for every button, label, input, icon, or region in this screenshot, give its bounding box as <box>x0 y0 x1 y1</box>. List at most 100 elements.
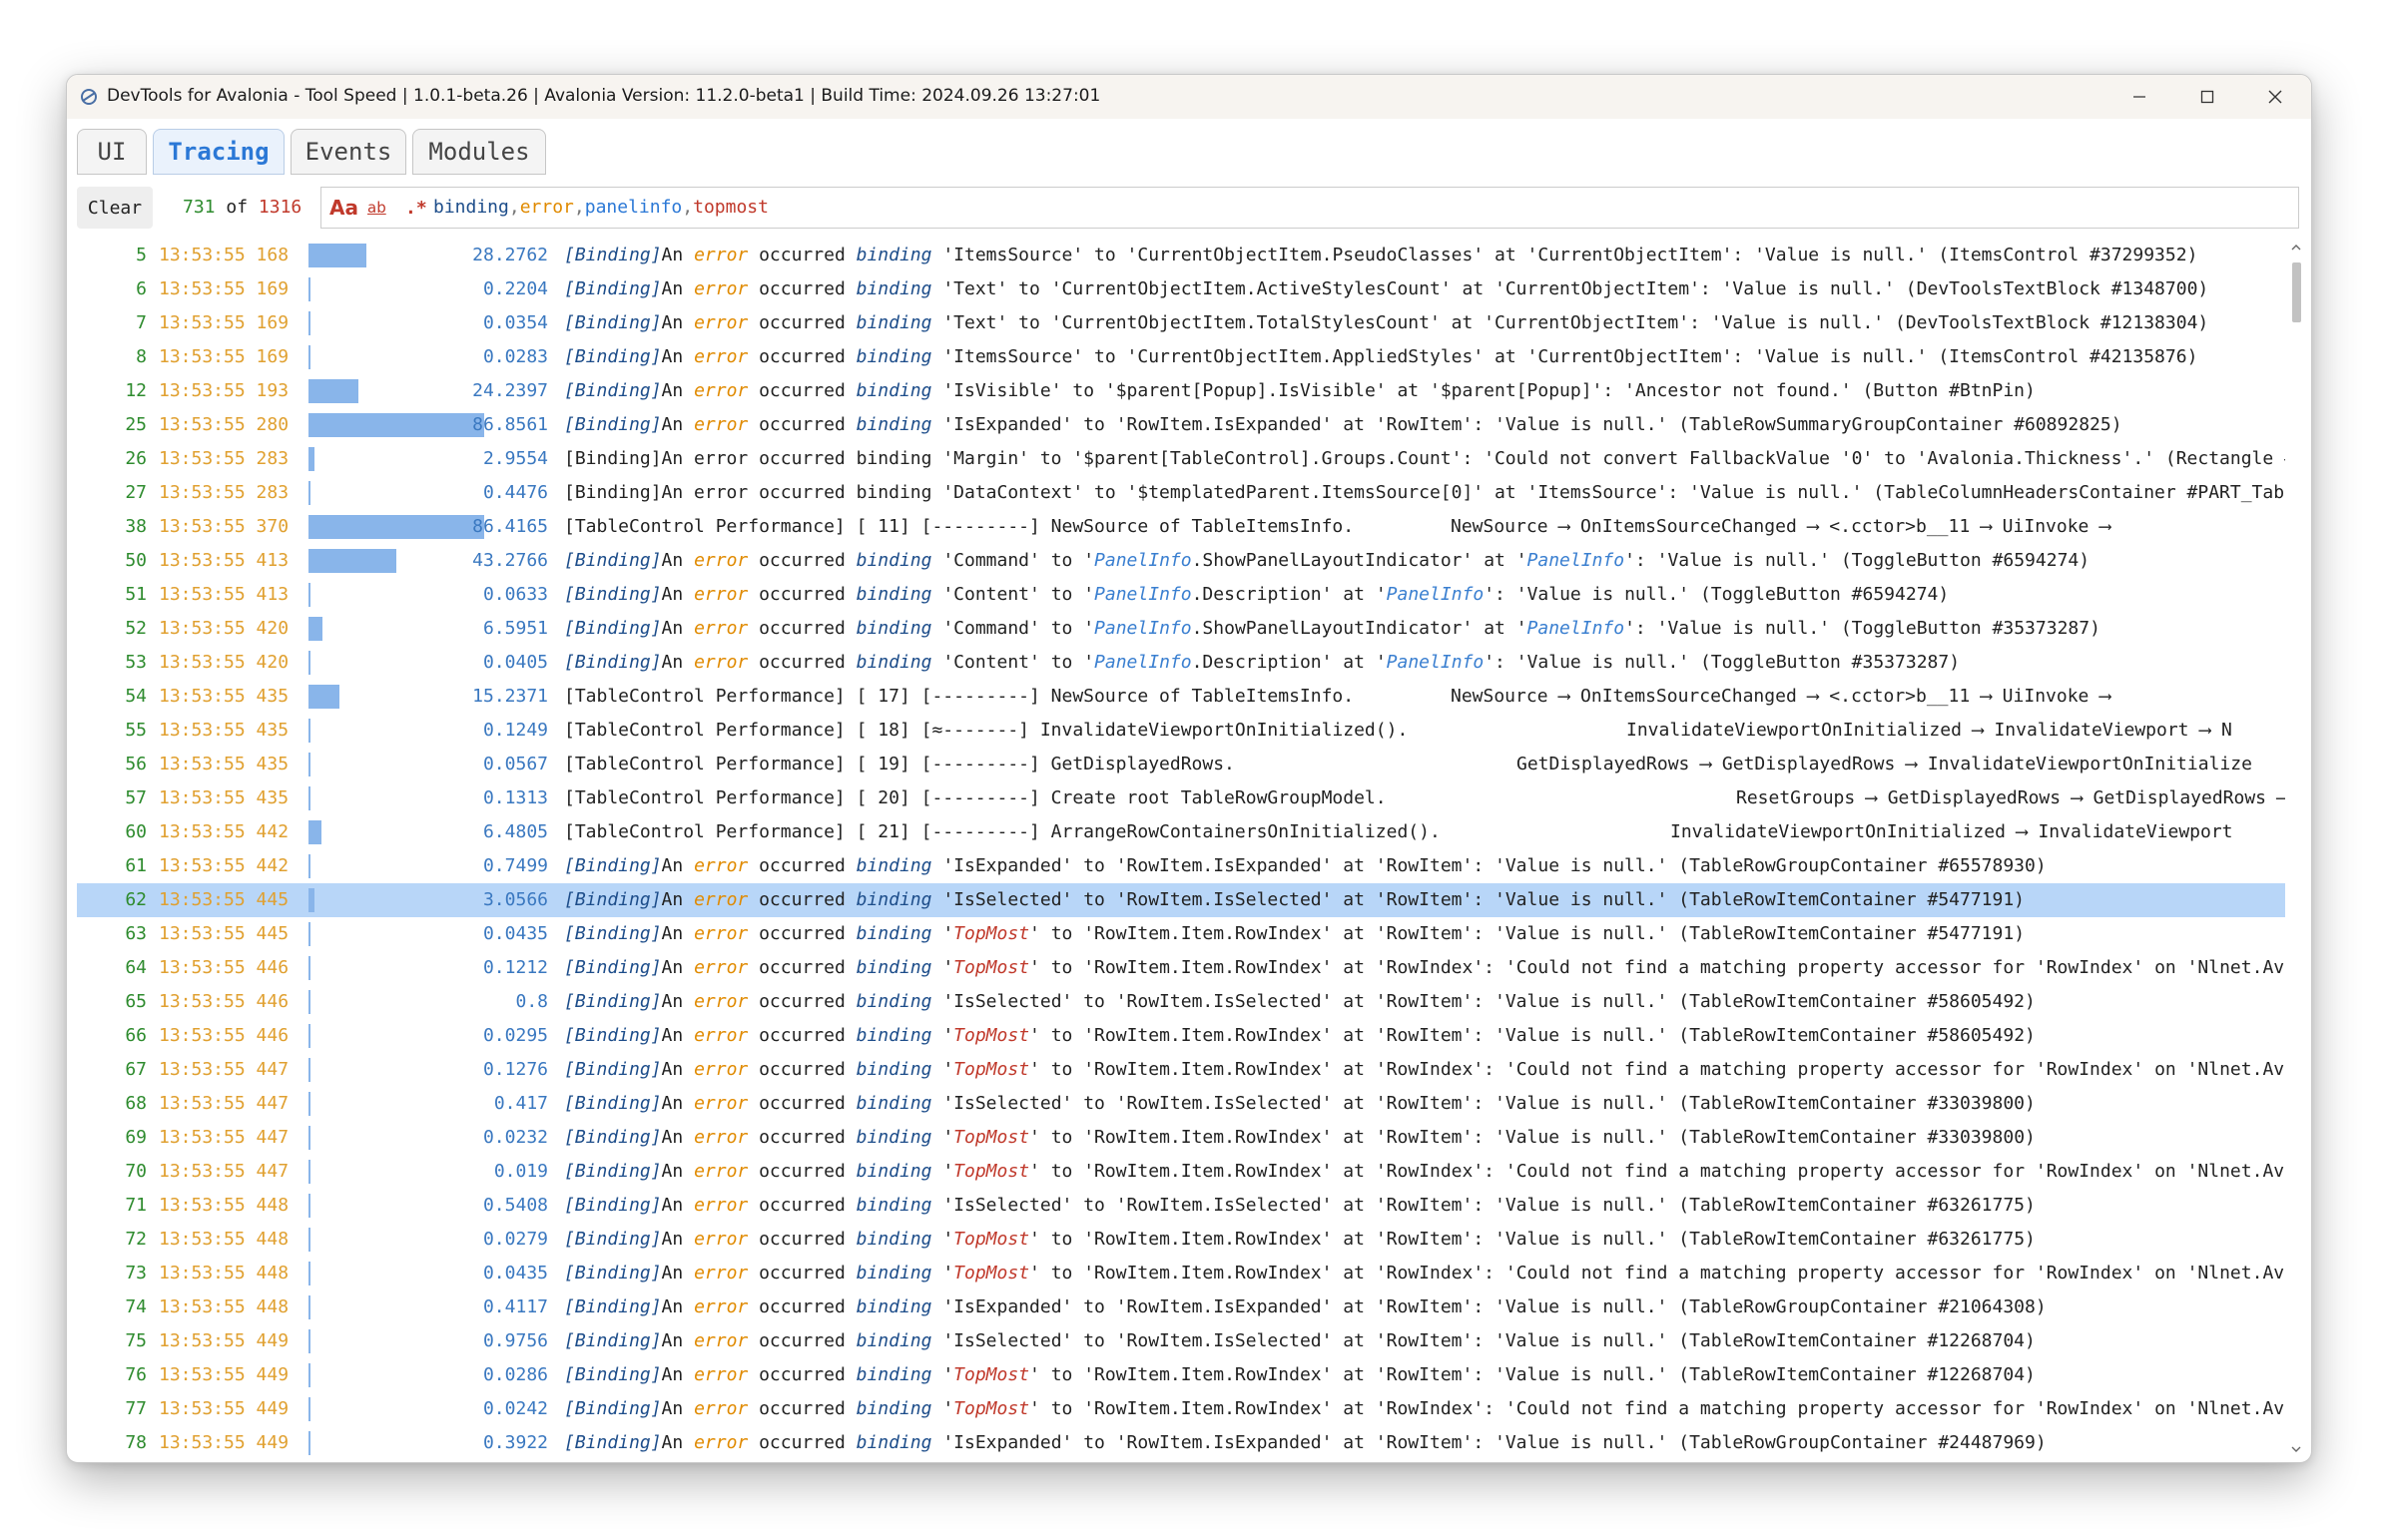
log-row[interactable]: 67 13:53:55 447 0.1276 [Binding]An error oc… <box>77 1053 2285 1087</box>
log-row[interactable]: 27 13:53:55 283 0.4476 [Binding]An error oc… <box>77 476 2285 510</box>
row-duration: 0.5408 <box>482 1195 548 1216</box>
log-row[interactable]: 38 13:53:55 370 86.4165 [TableControl Perfo… <box>77 510 2285 544</box>
log-row[interactable]: 26 13:53:55 283 2.9554 [Binding]An error oc… <box>77 442 2285 476</box>
row-id: 25 <box>125 414 147 435</box>
log-row[interactable]: 8 13:53:55 169 0.0283 [Binding]An error occ… <box>77 340 2285 374</box>
log-row[interactable]: 50 13:53:55 413 43.2766 [Binding]An error o… <box>77 544 2285 578</box>
minimize-button[interactable] <box>2105 75 2173 119</box>
row-message: [Binding]An error occurred binding 'IsEx… <box>564 1432 2047 1453</box>
scroll-up-button[interactable] <box>2289 241 2303 255</box>
binding-tag: [Binding] <box>564 1364 662 1385</box>
error-word: error <box>694 1432 749 1453</box>
row-duration: 0.0286 <box>482 1364 548 1385</box>
row-message: [Binding]An error occurred binding 'TopM… <box>564 1229 2036 1250</box>
row-id: 63 <box>125 923 147 944</box>
match-count: 731 of 1316 <box>183 197 301 218</box>
row-time: 13:53:55 169 <box>159 346 290 367</box>
scroll-thumb[interactable] <box>2292 262 2301 322</box>
chevron-up-icon <box>2291 245 2301 251</box>
binding-tag: [Binding] <box>564 1398 662 1419</box>
filter-term-panelinfo: panelinfo <box>584 197 683 218</box>
log-row[interactable]: 72 13:53:55 448 0.0279 [Binding]An error oc… <box>77 1223 2285 1257</box>
log-row[interactable]: 56 13:53:55 435 0.0567 [TableControl Perfor… <box>77 748 2285 781</box>
title-bar[interactable]: DevTools for Avalonia - Tool Speed | 1.0… <box>67 75 2311 119</box>
binding-tag: [Binding] <box>564 584 662 605</box>
log-row[interactable]: 61 13:53:55 442 0.7499 [Binding]An error oc… <box>77 849 2285 883</box>
row-message: [Binding]An error occurred binding 'IsSe… <box>564 1093 2036 1114</box>
topmost-word: TopMost <box>953 1127 1030 1148</box>
vertical-scrollbar[interactable] <box>2287 241 2305 1458</box>
log-row[interactable]: 62 13:53:55 445 3.0566 [Binding]An error oc… <box>77 883 2285 917</box>
row-message: [Binding]An error occurred binding 'Cont… <box>564 652 1961 673</box>
log-row[interactable]: 12 13:53:55 193 24.2397 [Binding]An error o… <box>77 374 2285 408</box>
row-duration: 43.2766 <box>472 550 548 571</box>
row-time: 13:53:55 283 <box>159 482 290 503</box>
log-row[interactable]: 52 13:53:55 420 6.5951 [Binding]An error oc… <box>77 612 2285 646</box>
binding-word: binding <box>856 1398 932 1419</box>
row-message: [Binding]An error occurred binding 'TopM… <box>564 1398 2285 1419</box>
log-row[interactable]: 54 13:53:55 435 15.2371 [TableControl Perfo… <box>77 680 2285 714</box>
row-id: 71 <box>125 1195 147 1216</box>
tab-modules[interactable]: Modules <box>412 129 546 175</box>
row-time: 13:53:55 449 <box>159 1330 290 1351</box>
log-row[interactable]: 76 13:53:55 449 0.0286 [Binding]An error oc… <box>77 1358 2285 1392</box>
log-row[interactable]: 69 13:53:55 447 0.0232 [Binding]An error oc… <box>77 1121 2285 1155</box>
log-row[interactable]: 60 13:53:55 442 6.4805 [TableControl Perfor… <box>77 815 2285 849</box>
error-word: error <box>694 245 749 265</box>
row-message: [Binding]An error occurred binding 'IsSe… <box>564 1330 2036 1351</box>
row-duration: 0.0232 <box>482 1127 548 1148</box>
row-message: [Binding]An error occurred binding 'Comm… <box>564 550 2091 571</box>
row-time: 13:53:55 435 <box>159 686 290 707</box>
log-row[interactable]: 78 13:53:55 449 0.3922 [Binding]An error oc… <box>77 1426 2285 1460</box>
filter-input[interactable]: Aa ab .* binding,error,panelinfo,topmost <box>320 187 2299 229</box>
log-row[interactable]: 5 13:53:55 168 28.2762 [Binding]An error oc… <box>77 239 2285 272</box>
row-time: 13:53:55 445 <box>159 889 290 910</box>
row-duration: 0.2204 <box>482 278 548 299</box>
tab-ui[interactable]: UI <box>77 129 147 175</box>
match-case-toggle[interactable]: Aa <box>329 194 358 222</box>
log-row[interactable]: 66 13:53:55 446 0.0295 [Binding]An error oc… <box>77 1019 2285 1053</box>
regex-toggle[interactable]: .* <box>405 194 427 222</box>
row-time: 13:53:55 413 <box>159 584 290 605</box>
row-id: 52 <box>125 618 147 639</box>
log-row[interactable]: 53 13:53:55 420 0.0405 [Binding]An error oc… <box>77 646 2285 680</box>
row-time: 13:53:55 442 <box>159 821 290 842</box>
chevron-down-icon <box>2291 1446 2301 1452</box>
row-time: 13:53:55 446 <box>159 957 290 978</box>
scroll-down-button[interactable] <box>2289 1442 2303 1456</box>
maximize-button[interactable] <box>2173 75 2241 119</box>
log-row[interactable]: 65 13:53:55 446 0.8 [Binding]An error occur… <box>77 985 2285 1019</box>
log-row[interactable]: 7 13:53:55 169 0.0354 [Binding]An error occ… <box>77 306 2285 340</box>
log-row[interactable]: 77 13:53:55 449 0.0242 [Binding]An error oc… <box>77 1392 2285 1426</box>
tab-events[interactable]: Events <box>291 129 406 175</box>
log-row[interactable]: 57 13:53:55 435 0.1313 [TableControl Perfor… <box>77 781 2285 815</box>
row-duration: 0.0354 <box>482 312 548 333</box>
log-row[interactable]: 25 13:53:55 280 86.8561 [Binding]An error o… <box>77 408 2285 442</box>
binding-word: binding <box>856 1330 932 1351</box>
log-row[interactable]: 70 13:53:55 447 0.019 [Binding]An error occ… <box>77 1155 2285 1189</box>
row-time: 13:53:55 435 <box>159 754 290 774</box>
filter-text: binding,error,panelinfo,topmost <box>433 197 769 218</box>
row-message: [Binding]An error occurred binding 'IsSe… <box>564 991 2036 1012</box>
clear-button[interactable]: Clear <box>77 187 153 229</box>
log-row[interactable]: 55 13:53:55 435 0.1249 [TableControl Perfor… <box>77 714 2285 748</box>
log-row[interactable]: 51 13:53:55 413 0.0633 [Binding]An error oc… <box>77 578 2285 612</box>
log-row[interactable]: 73 13:53:55 448 0.0435 [Binding]An error oc… <box>77 1257 2285 1290</box>
row-time: 13:53:55 446 <box>159 1025 290 1046</box>
log-row[interactable]: 75 13:53:55 449 0.9756 [Binding]An error oc… <box>77 1324 2285 1358</box>
log-row[interactable]: 68 13:53:55 447 0.417 [Binding]An error occ… <box>77 1087 2285 1121</box>
tab-tracing[interactable]: Tracing <box>153 129 285 175</box>
log-row[interactable]: 64 13:53:55 446 0.1212 [Binding]An error oc… <box>77 951 2285 985</box>
log-row[interactable]: 74 13:53:55 448 0.4117 [Binding]An error oc… <box>77 1290 2285 1324</box>
log-row[interactable]: 71 13:53:55 448 0.5408 [Binding]An error oc… <box>77 1189 2285 1223</box>
log-row[interactable]: 63 13:53:55 445 0.0435 [Binding]An error oc… <box>77 917 2285 951</box>
whole-word-toggle[interactable]: ab <box>367 194 386 222</box>
log-row[interactable]: 6 13:53:55 169 0.2204 [Binding]An error occ… <box>77 272 2285 306</box>
row-duration: 86.8561 <box>472 414 548 435</box>
row-duration: 28.2762 <box>472 245 548 265</box>
close-button[interactable] <box>2241 75 2309 119</box>
topmost-word: TopMost <box>953 1263 1030 1283</box>
row-message: [Binding]An error occurred binding 'TopM… <box>564 1025 2036 1046</box>
trace-log-list[interactable]: 5 13:53:55 168 28.2762 [Binding]An error oc… <box>77 239 2285 1460</box>
binding-word: binding <box>856 414 932 435</box>
